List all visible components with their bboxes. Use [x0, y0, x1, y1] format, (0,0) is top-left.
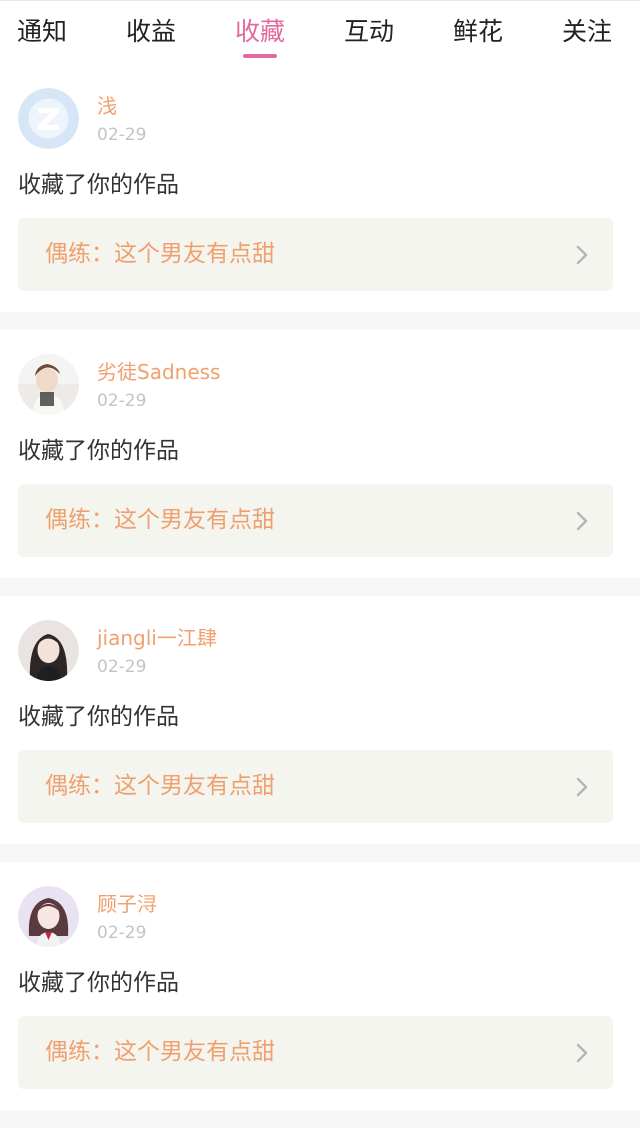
tab-earnings[interactable]: 收益 [111, 15, 191, 49]
work-title: 偶练：这个男友有点甜 [45, 773, 275, 799]
timestamp: 02-29 [97, 125, 147, 145]
work-title: 偶练：这个男友有点甜 [45, 241, 275, 267]
action-text: 收藏了你的作品 [18, 172, 179, 198]
username[interactable]: 顾子浔 [97, 892, 157, 916]
active-tab-indicator [243, 54, 277, 58]
avatar[interactable] [18, 88, 79, 149]
avatar[interactable] [18, 886, 79, 947]
tab-notifications[interactable]: 通知 [2, 15, 82, 49]
action-text: 收藏了你的作品 [18, 970, 179, 996]
tab-favorites[interactable]: 收藏 [220, 15, 300, 49]
list-item: jiangli一江肆 02-29 收藏了你的作品 偶练：这个男友有点甜 [0, 596, 640, 844]
default-avatar-icon [18, 88, 79, 149]
work-title: 偶练：这个男友有点甜 [45, 1039, 275, 1065]
chevron-right-icon [575, 244, 589, 266]
avatar[interactable] [18, 620, 79, 681]
notification-feed: 浅 02-29 收藏了你的作品 偶练：这个男友有点甜 劣徒Sadness 02-… [0, 64, 640, 1128]
work-link[interactable]: 偶练：这个男友有点甜 [18, 218, 613, 291]
chevron-right-icon [575, 510, 589, 532]
work-link[interactable]: 偶练：这个男友有点甜 [18, 750, 613, 823]
tab-interactions[interactable]: 互动 [329, 15, 409, 49]
work-title: 偶练：这个男友有点甜 [45, 507, 275, 533]
username[interactable]: 浅 [97, 94, 117, 118]
list-item: 浅 02-29 收藏了你的作品 偶练：这个男友有点甜 [0, 64, 640, 312]
user-photo-icon [18, 886, 79, 947]
tab-flowers[interactable]: 鲜花 [438, 15, 518, 49]
timestamp: 02-29 [97, 391, 147, 411]
user-photo-icon [18, 354, 79, 415]
username[interactable]: jiangli一江肆 [97, 626, 217, 650]
work-link[interactable]: 偶练：这个男友有点甜 [18, 1016, 613, 1089]
chevron-right-icon [575, 1042, 589, 1064]
avatar[interactable] [18, 354, 79, 415]
user-photo-icon [18, 620, 79, 681]
username[interactable]: 劣徒Sadness [97, 360, 220, 384]
action-text: 收藏了你的作品 [18, 704, 179, 730]
tab-bar: 通知 收益 收藏 互动 鲜花 关注 [0, 0, 640, 64]
list-item: 顾子浔 02-29 收藏了你的作品 偶练：这个男友有点甜 [0, 862, 640, 1110]
tab-follows[interactable]: 关注 [547, 15, 627, 49]
work-link[interactable]: 偶练：这个男友有点甜 [18, 484, 613, 557]
timestamp: 02-29 [97, 657, 147, 677]
action-text: 收藏了你的作品 [18, 438, 179, 464]
chevron-right-icon [575, 776, 589, 798]
timestamp: 02-29 [97, 923, 147, 943]
list-item: 劣徒Sadness 02-29 收藏了你的作品 偶练：这个男友有点甜 [0, 330, 640, 578]
